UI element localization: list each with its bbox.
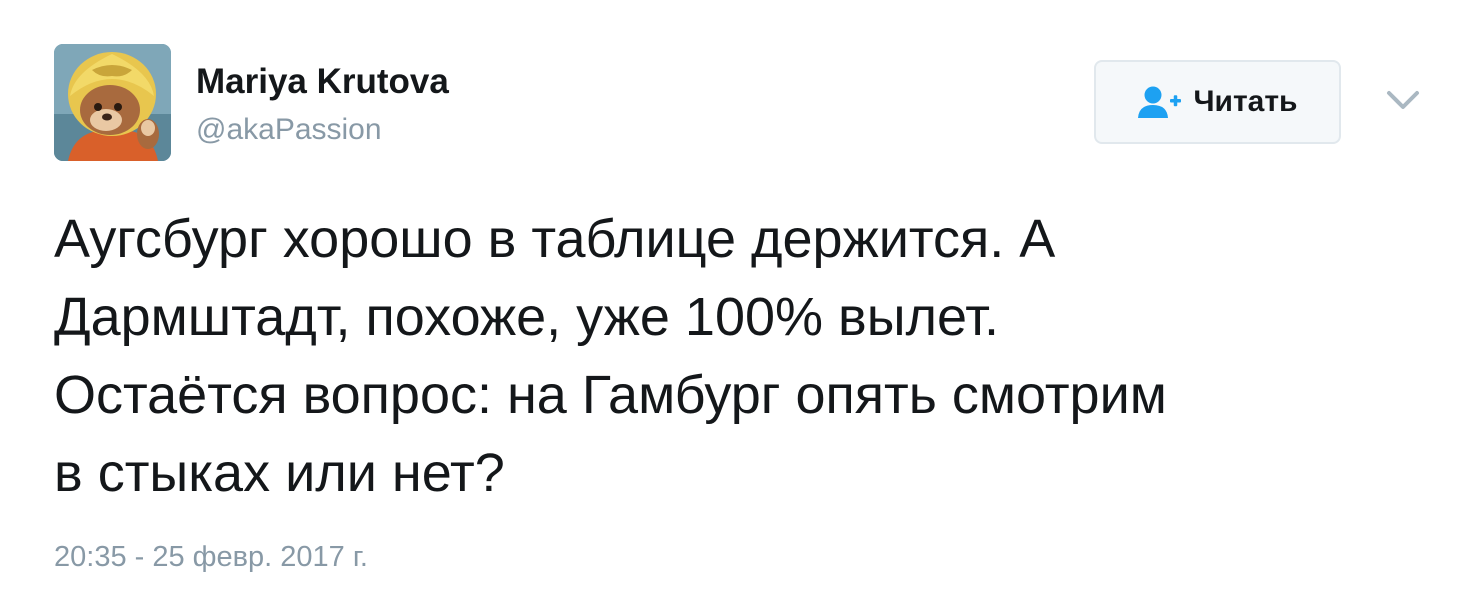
follow-button-label: Читать xyxy=(1193,85,1298,118)
tweet-text: Аугсбург хорошо в таблице держится. А Да… xyxy=(54,200,1424,512)
follow-button[interactable]: Читать xyxy=(1094,60,1341,144)
author-name[interactable]: Mariya Krutova xyxy=(196,62,449,102)
tweet-card: Mariya Krutova @akaPassion Читать Аугсбу… xyxy=(0,0,1460,608)
tweet-timestamp[interactable]: 20:35 - 25 февр. 2017 г. xyxy=(54,541,368,574)
author-avatar[interactable] xyxy=(54,44,171,161)
avatar-image xyxy=(54,44,171,161)
tweet-text-line: Аугсбург хорошо в таблице держится. А xyxy=(54,209,1056,269)
author-handle[interactable]: @akaPassion xyxy=(196,113,382,147)
follow-person-plus-icon xyxy=(1137,85,1183,119)
tweet-text-line: Дармштадт, похоже, уже 100% вылет. xyxy=(54,287,1000,347)
tweet-text-line: Остаётся вопрос: на Гамбург опять смотри… xyxy=(54,365,1167,425)
tweet-text-line: в стыках или нет? xyxy=(54,443,505,503)
chevron-down-icon[interactable] xyxy=(1383,84,1423,118)
